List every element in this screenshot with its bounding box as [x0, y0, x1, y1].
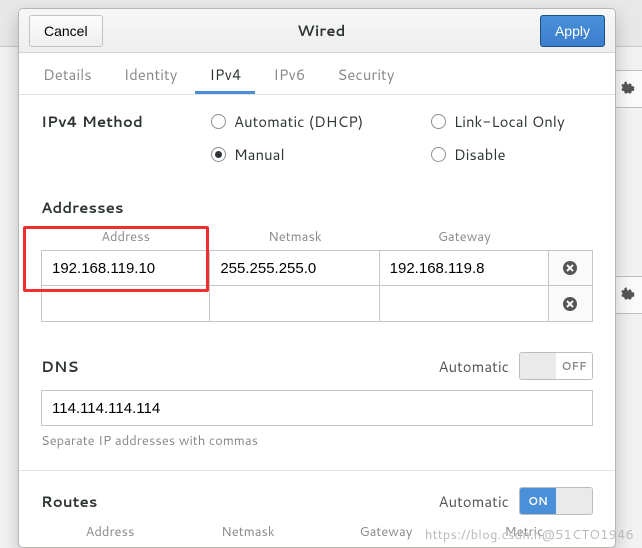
tab-identity[interactable]: Identity — [110, 53, 192, 94]
addresses-header-row: Address Netmask Gateway — [41, 224, 593, 250]
radio-icon — [431, 114, 446, 129]
radio-label: Manual — [234, 144, 285, 165]
gateway-input[interactable] — [380, 250, 549, 286]
radio-link-local[interactable]: Link-Local Only — [431, 111, 565, 132]
col-address: Address — [41, 224, 210, 250]
gateway-input[interactable] — [380, 286, 549, 322]
divider — [19, 470, 615, 471]
apply-button[interactable]: Apply — [540, 15, 605, 47]
netmask-input[interactable] — [210, 250, 379, 286]
cancel-button[interactable]: Cancel — [29, 15, 103, 47]
tab-ipv4[interactable]: IPv4 — [195, 53, 255, 94]
address-input[interactable] — [41, 286, 210, 322]
radio-disable[interactable]: Disable — [431, 144, 565, 165]
delete-row-button[interactable] — [549, 286, 593, 322]
gear-icon — [619, 81, 635, 97]
close-icon — [562, 260, 578, 276]
tab-bar: Details Identity IPv4 IPv6 Security — [19, 53, 615, 95]
addresses-heading: Addresses — [41, 197, 593, 218]
tab-details[interactable]: Details — [29, 53, 106, 94]
dialog-title: Wired — [103, 20, 540, 41]
dns-automatic-label: Automatic — [438, 356, 509, 377]
netmask-input[interactable] — [210, 286, 379, 322]
tab-security[interactable]: Security — [323, 53, 408, 94]
radio-icon — [211, 147, 226, 162]
switch-on-label: ON — [520, 488, 556, 514]
radio-label: Automatic (DHCP) — [234, 111, 364, 132]
address-row — [41, 250, 593, 286]
switch-off-label: OFF — [556, 353, 592, 379]
radio-icon — [211, 114, 226, 129]
dns-hint: Separate IP addresses with commas — [41, 432, 593, 450]
col-gateway: Gateway — [380, 224, 549, 250]
radio-manual[interactable]: Manual — [211, 144, 431, 165]
tab-ipv6[interactable]: IPv6 — [259, 53, 319, 94]
titlebar: Cancel Wired Apply — [19, 9, 615, 53]
routes-heading: Routes — [41, 491, 127, 512]
close-icon — [562, 296, 578, 312]
gear-icon — [619, 287, 635, 303]
network-settings-dialog: Cancel Wired Apply Details Identity IPv4… — [18, 8, 616, 548]
col-netmask: Netmask — [210, 224, 379, 250]
col-gateway: Gateway — [317, 519, 455, 545]
tab-content-ipv4: IPv4 Method Automatic (DHCP) Link-Local … — [19, 95, 615, 547]
radio-icon — [431, 147, 446, 162]
address-row — [41, 286, 593, 322]
radio-label: Disable — [454, 144, 506, 165]
routes-header-row: Address Netmask Gateway Metric — [41, 519, 593, 545]
routes-automatic-label: Automatic — [438, 491, 509, 512]
dns-heading: DNS — [41, 356, 109, 377]
delete-row-button[interactable] — [549, 250, 593, 286]
dns-servers-input[interactable] — [41, 390, 593, 426]
col-metric: Metric — [455, 519, 593, 545]
radio-auto-dhcp[interactable]: Automatic (DHCP) — [211, 111, 431, 132]
switch-off-label: OFF — [556, 488, 592, 514]
radio-label: Link-Local Only — [454, 111, 565, 132]
col-netmask: Netmask — [179, 519, 317, 545]
col-address: Address — [41, 519, 179, 545]
dns-automatic-switch[interactable]: ON OFF — [519, 352, 593, 380]
routes-automatic-switch[interactable]: ON OFF — [519, 487, 593, 515]
switch-on-label: ON — [520, 353, 556, 379]
ipv4-method-label: IPv4 Method — [41, 111, 173, 165]
address-input[interactable] — [41, 250, 210, 286]
